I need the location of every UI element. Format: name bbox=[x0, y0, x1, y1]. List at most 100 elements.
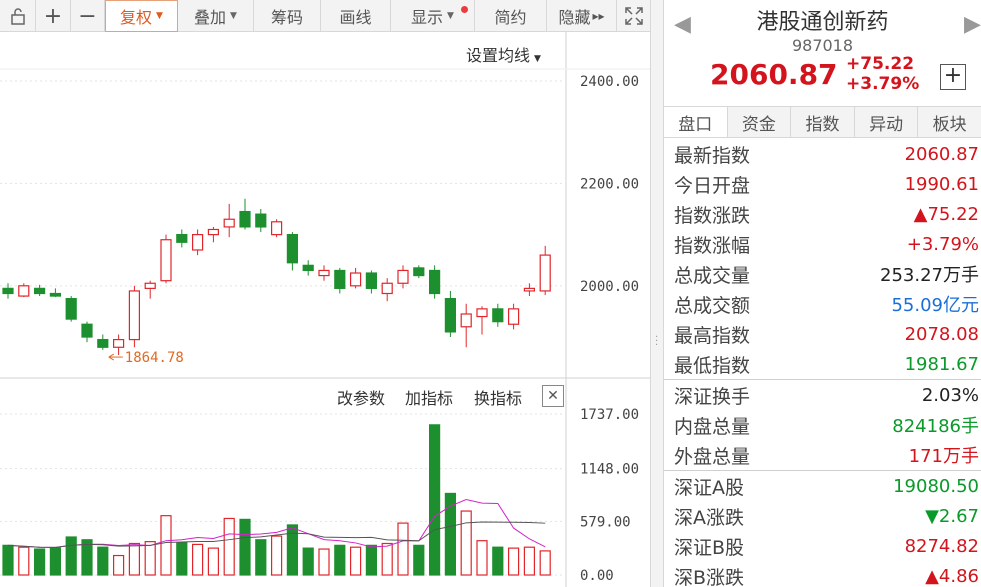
quote-value: 171万手 bbox=[908, 446, 979, 467]
quote-label: 总成交量 bbox=[674, 264, 751, 287]
caret-down-icon: ▼ bbox=[447, 11, 454, 21]
volume-bar bbox=[207, 547, 219, 576]
volume-bar bbox=[176, 541, 188, 576]
stock-name: 港股通创新药 bbox=[756, 10, 889, 35]
quote-row: 指数涨幅 +3.79% bbox=[664, 229, 981, 259]
volume-bar bbox=[192, 543, 204, 576]
candle-body bbox=[508, 308, 520, 325]
quote-value: ▲4.86 bbox=[925, 565, 979, 587]
candle-body bbox=[476, 308, 488, 318]
tab-index[interactable]: 指数 bbox=[791, 107, 855, 137]
volume-axis-label: 1737.00 bbox=[580, 407, 639, 423]
candle-body bbox=[239, 210, 251, 228]
quote-row: 最低指数 1981.67 bbox=[664, 349, 981, 379]
candle-body bbox=[318, 269, 330, 277]
candle-body bbox=[444, 298, 456, 333]
candle-body bbox=[286, 234, 298, 264]
price-change: +75.22 +3.79% bbox=[846, 54, 919, 94]
quote-row: 深证换手 2.03% bbox=[664, 380, 981, 410]
candle-body bbox=[492, 308, 504, 323]
candle-body bbox=[429, 269, 441, 295]
quote-label: 总成交额 bbox=[674, 294, 751, 317]
quote-value: 55.09亿元 bbox=[891, 295, 979, 316]
tab-sector[interactable]: 板块 bbox=[918, 107, 981, 137]
volume-bar bbox=[239, 518, 251, 576]
volume-axis-label: 579.00 bbox=[580, 514, 631, 530]
volume-axis-label: 0.00 bbox=[580, 568, 614, 584]
volume-bar bbox=[97, 546, 109, 576]
chart-canvas[interactable]: 2400.00 2200.00 2000.00 1737.00 1148.00 579.0… bbox=[0, 32, 650, 587]
candle-body bbox=[2, 287, 14, 295]
display-button[interactable]: 显示 ▼ bbox=[391, 0, 475, 32]
candle-body bbox=[223, 218, 235, 228]
lock-icon[interactable] bbox=[0, 0, 36, 32]
volume-bar bbox=[255, 539, 267, 576]
hide-label: 隐藏 bbox=[558, 8, 591, 27]
caret-down-icon: ▼ bbox=[534, 54, 541, 64]
quote-row: 深A涨跌 ▼2.67 bbox=[664, 501, 981, 531]
zoom-out-icon[interactable]: − bbox=[71, 0, 105, 32]
quote-label: 最高指数 bbox=[674, 324, 751, 347]
overlay-button[interactable]: 叠加 ▼ bbox=[178, 0, 254, 32]
simple-button[interactable]: 简约 bbox=[475, 0, 547, 32]
splitter[interactable]: · · · bbox=[650, 0, 664, 587]
candle-body bbox=[65, 298, 77, 320]
candle-body bbox=[397, 269, 409, 284]
tab-funds[interactable]: 资金 bbox=[728, 107, 792, 137]
chips-button[interactable]: 筹码 bbox=[254, 0, 321, 32]
tab-movement[interactable]: 异动 bbox=[855, 107, 919, 137]
close-icon[interactable]: ✕ bbox=[542, 385, 564, 407]
display-label: 显示 bbox=[411, 8, 444, 27]
volume-bar bbox=[33, 548, 46, 576]
quote-label: 深A涨跌 bbox=[674, 506, 744, 529]
volume-bar bbox=[223, 517, 235, 576]
volume-bar bbox=[523, 546, 536, 576]
quote-value: 2060.87 bbox=[904, 143, 979, 165]
switch-indicator-button[interactable]: 换指标 bbox=[474, 385, 522, 409]
quote-value: +3.79% bbox=[906, 233, 979, 255]
quote-row: 深证A股 19080.50 bbox=[664, 471, 981, 501]
volume-bar bbox=[302, 547, 314, 576]
hide-button[interactable]: 隐藏 ▸▸ bbox=[547, 0, 617, 32]
candle-body bbox=[81, 323, 93, 338]
quote-row: 今日开盘 1990.61 bbox=[664, 169, 981, 199]
candle-body bbox=[365, 272, 377, 289]
candle-body bbox=[207, 228, 219, 236]
notification-dot bbox=[461, 6, 468, 13]
quote-value: ▼2.67 bbox=[925, 505, 979, 527]
ma-setting-button[interactable]: 设置均线 ▼ bbox=[466, 42, 541, 66]
quote-value: 1981.67 bbox=[904, 353, 979, 375]
kline-chart[interactable]: 2400.00 2200.00 2000.00 1737.00 1148.00 579.0… bbox=[0, 32, 650, 587]
change-params-button[interactable]: 改参数 bbox=[337, 385, 385, 409]
volume-bar bbox=[144, 541, 156, 576]
quote-label: 深B涨跌 bbox=[674, 566, 745, 587]
volume-bar bbox=[128, 542, 140, 576]
candle-body bbox=[271, 221, 283, 236]
volume-bar bbox=[49, 547, 62, 576]
add-watchlist-button[interactable]: + bbox=[940, 64, 966, 90]
quote-value: 824186手 bbox=[892, 416, 979, 437]
draw-line-button[interactable]: 画线 bbox=[321, 0, 391, 32]
fullscreen-icon[interactable] bbox=[617, 0, 650, 32]
caret-down-icon: ▼ bbox=[156, 11, 163, 21]
candle-body bbox=[97, 338, 109, 348]
candle-body bbox=[49, 292, 62, 297]
quote-value: 1990.61 bbox=[904, 173, 979, 195]
candle-body bbox=[460, 313, 472, 328]
double-chevron-icon: ▸▸ bbox=[592, 9, 605, 23]
quote-row: 内盘总量 824186手 bbox=[664, 410, 981, 440]
volume-bar bbox=[334, 544, 346, 576]
zoom-in-icon[interactable]: + bbox=[36, 0, 71, 32]
add-indicator-button[interactable]: 加指标 bbox=[405, 385, 453, 409]
candle-body bbox=[18, 285, 30, 297]
change-value: +75.22 bbox=[846, 54, 915, 74]
volume-bar bbox=[112, 554, 125, 576]
candle-body bbox=[255, 213, 267, 228]
candle-body bbox=[413, 267, 425, 277]
quote-row: 深证B股 8274.82 bbox=[664, 531, 981, 561]
adjust-rights-button[interactable]: 复权 ▼ bbox=[105, 0, 178, 32]
quote-label: 内盘总量 bbox=[674, 415, 751, 438]
quote-label: 深证换手 bbox=[674, 385, 751, 408]
tab-orderbook[interactable]: 盘口 bbox=[664, 107, 728, 137]
candle-body bbox=[539, 254, 551, 292]
